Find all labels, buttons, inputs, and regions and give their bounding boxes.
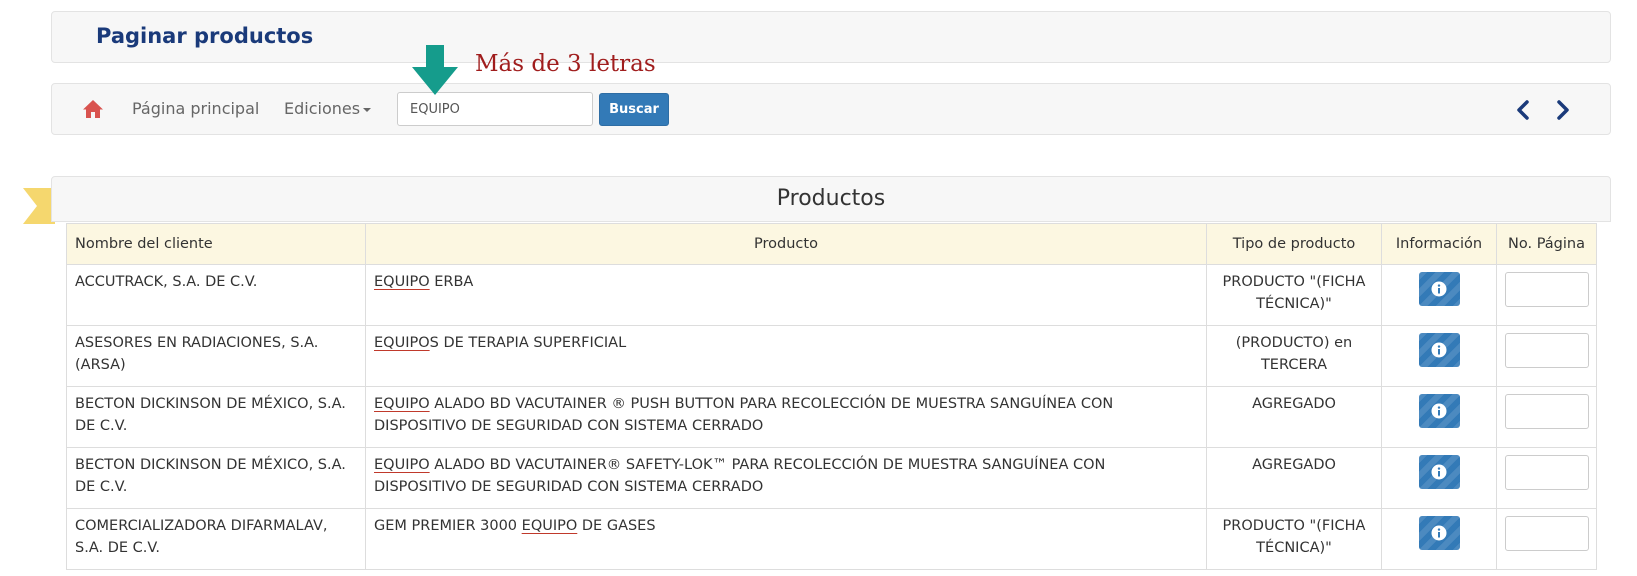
cell-info [1381,447,1497,509]
title-panel: Paginar productos [51,11,1611,63]
search-button[interactable]: Buscar [599,93,669,126]
editions-dropdown-label: Ediciones [284,99,361,118]
table-row: BECTON DICKINSON DE MÉXICO, S.A. DE C.V.… [66,386,1597,448]
header-info: Información [1381,223,1497,265]
cell-client: ASESORES EN RADIACIONES, S.A. (ARSA) [66,325,366,387]
cell-product: EQUIPO ALADO BD VACUTAINER® SAFETY-LOK™ … [365,447,1207,509]
header-client: Nombre del cliente [66,223,366,265]
cell-client: ACCUTRACK, S.A. DE C.V. [66,264,366,326]
cell-type: (PRODUCTO) en TERCERA [1206,325,1382,387]
cell-page [1496,264,1597,326]
table-row: ACCUTRACK, S.A. DE C.V. EQUIPO ERBA PRODUC… [66,264,1597,326]
search-match: EQUIPO [521,518,578,534]
search-match: EQUIPO [374,274,430,290]
arrow-down-icon [412,45,458,95]
nav-home-link[interactable]: Página principal [132,99,259,118]
search-input[interactable] [397,92,593,126]
product-text: S DE TERAPIA SUPERFICIAL [429,335,627,351]
cell-info [1381,386,1497,448]
home-icon[interactable] [82,99,104,119]
cell-page [1496,325,1597,387]
cell-client: BECTON DICKINSON DE MÉXICO, S.A. DE C.V. [66,386,366,448]
table-row: ASESORES EN RADIACIONES, S.A. (ARSA) EQUI… [66,325,1597,387]
cell-product: EQUIPOS DE TERAPIA SUPERFICIAL [365,325,1207,387]
page-number-input[interactable] [1505,272,1589,307]
info-circle-icon [1431,342,1446,358]
cell-product: GEM PREMIER 3000 EQUIPO DE GASES [365,508,1207,570]
info-circle-icon [1431,403,1446,419]
info-button[interactable] [1418,333,1460,367]
cell-product: EQUIPO ALADO BD VACUTAINER ® PUSH BUTTON… [365,386,1207,448]
cell-client: BECTON DICKINSON DE MÉXICO, S.A. DE C.V. [66,447,366,509]
table-row: BECTON DICKINSON DE MÉXICO, S.A. DE C.V.… [66,447,1597,509]
product-text: GEM PREMIER 3000 [374,518,522,534]
info-circle-icon [1431,281,1446,297]
info-button[interactable] [1418,272,1460,306]
caret-down-icon [363,107,372,112]
search-match: EQUIPO [374,335,430,351]
page-number-input[interactable] [1505,333,1589,368]
info-button[interactable] [1418,394,1460,428]
annotation-text: Más de 3 letras [475,51,656,77]
header-product: Producto [365,223,1207,265]
cell-info [1381,325,1497,387]
cell-client: COMERCIALIZADORA DIFARMALAV, S.A. DE C.V… [66,508,366,570]
cell-page [1496,447,1597,509]
navbar: Página principal Ediciones Buscar [51,83,1611,135]
table-header-row: Nombre del cliente Producto Tipo de prod… [66,223,1597,265]
chevron-left-icon[interactable] [1514,99,1534,121]
product-text: ERBA [429,274,474,290]
search-match: EQUIPO [374,457,430,473]
cell-info [1381,264,1497,326]
info-button[interactable] [1418,455,1460,489]
header-type: Tipo de producto [1206,223,1382,265]
info-circle-icon [1431,464,1446,480]
product-text: ALADO BD VACUTAINER® SAFETY-LOK™ PARA RE… [374,457,1106,495]
product-text: DE GASES [577,518,656,534]
page-title: Paginar productos [96,24,314,48]
products-panel-header: Productos [51,176,1611,222]
header-page: No. Página [1496,223,1597,265]
cell-page [1496,508,1597,570]
table-row: COMERCIALIZADORA DIFARMALAV, S.A. DE C.V… [66,508,1597,570]
editions-dropdown[interactable]: Ediciones [284,99,372,118]
cell-product: EQUIPO ERBA [365,264,1207,326]
cell-info [1381,508,1497,570]
info-button[interactable] [1418,516,1460,550]
page-number-input[interactable] [1505,516,1589,551]
cell-type: PRODUCTO "(FICHA TÉCNICA)" [1206,508,1382,570]
products-table: Nombre del cliente Producto Tipo de prod… [66,223,1597,570]
search-match: EQUIPO [374,396,430,412]
page-number-input[interactable] [1505,394,1589,429]
info-circle-icon [1431,525,1446,541]
cell-page [1496,386,1597,448]
product-text: ALADO BD VACUTAINER ® PUSH BUTTON PARA R… [374,396,1114,434]
chevron-right-icon[interactable] [1552,99,1572,121]
cell-type: AGREGADO [1206,447,1382,509]
cell-type: AGREGADO [1206,386,1382,448]
page-number-input[interactable] [1505,455,1589,490]
products-panel-title: Productos [776,186,886,211]
table-body: ACCUTRACK, S.A. DE C.V. EQUIPO ERBA PRODUC… [66,264,1597,570]
cell-type: PRODUCTO "(FICHA TÉCNICA)" [1206,264,1382,326]
